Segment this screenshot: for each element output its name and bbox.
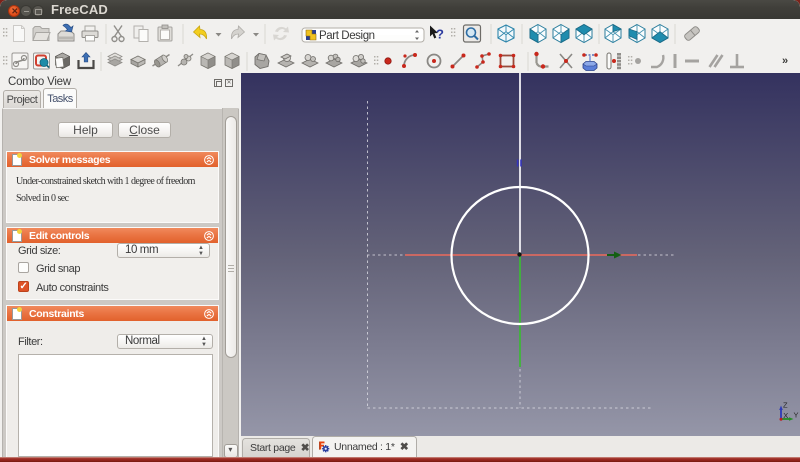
svg-text:»: » — [782, 55, 788, 67]
svg-text:X: X — [783, 411, 788, 420]
svg-text:Y: Y — [794, 411, 799, 420]
svg-text:Z: Z — [783, 401, 788, 410]
svg-text:Part Design: Part Design — [319, 30, 375, 42]
svg-text:?: ? — [436, 27, 444, 42]
